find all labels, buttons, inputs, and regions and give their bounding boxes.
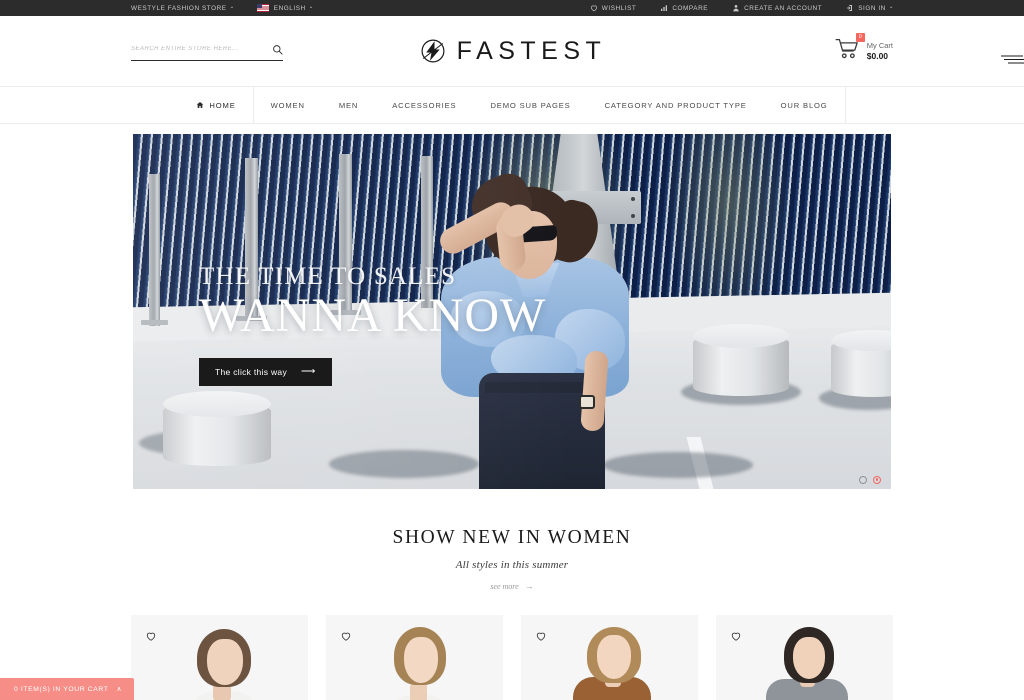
nav-item-our-blog[interactable]: OUR BLOG <box>764 86 845 124</box>
nav-item-men[interactable]: MEN <box>322 86 375 124</box>
see-more-link[interactable]: see more → <box>490 581 533 591</box>
product-image <box>326 615 503 700</box>
cart-icon-wrapper: 0 <box>835 33 865 64</box>
product-face <box>207 638 243 685</box>
section-subtitle: All styles in this summer <box>455 559 569 571</box>
chevron-down-icon: ⌄ <box>888 4 894 11</box>
arrow-right-icon: → <box>524 581 534 591</box>
section-title: SHOW NEW IN WOMEN <box>392 527 632 548</box>
nav-label-demo-sub-pages: DEMO SUB PAGES <box>490 100 571 110</box>
nav-list: HOME WOMEN MEN ACCESSORIES DEMO SUB PAGE… <box>178 86 846 124</box>
page-root: WESTYLE FASHION STORE ⌄ ENGLISH ⌄ WISHLI… <box>0 0 1024 700</box>
hero-band: THE TIME TO SALES WANNA KNOW The click t… <box>0 124 1024 489</box>
arrow-right-icon: ⟶ <box>301 365 316 377</box>
hero-title: WANNA KNOW <box>199 289 547 342</box>
cart-status-label: 0 ITEM(S) IN YOUR CART <box>14 685 109 693</box>
cart-text-group: My Cart $0.00 <box>867 40 893 62</box>
wishlist-link[interactable]: WISHLIST <box>590 4 637 12</box>
mini-cart[interactable]: 0 My Cart $0.00 <box>835 33 893 64</box>
hero-slider-dots <box>859 476 881 484</box>
slider-dot-2[interactable] <box>873 476 881 484</box>
nav-divider-end <box>844 86 846 124</box>
see-more-label: see more <box>490 581 519 591</box>
nav-label-accessories: ACCESSORIES <box>392 100 457 110</box>
wishlist-label: WISHLIST <box>601 4 637 12</box>
nav-label-home: HOME <box>209 100 236 110</box>
language-switcher-label: ENGLISH <box>273 4 306 12</box>
product-face <box>793 636 825 679</box>
product-face <box>404 636 438 683</box>
nav-item-demo-sub-pages[interactable]: DEMO SUB PAGES <box>473 86 587 124</box>
site-header: FASTEST 0 My Cart $0.00 <box>0 16 1024 86</box>
us-flag-icon <box>256 4 269 12</box>
slider-dot-1[interactable] <box>859 476 867 484</box>
top-bar: WESTYLE FASHION STORE ⌄ ENGLISH ⌄ WISHLI… <box>0 0 1024 16</box>
nav-item-home[interactable]: HOME <box>178 86 252 124</box>
nav-label-women: WOMEN <box>270 100 305 110</box>
cart-label: My Cart <box>866 41 893 50</box>
lightning-bolt-logo-icon <box>421 39 445 63</box>
nav-item-women[interactable]: WOMEN <box>254 86 322 124</box>
wishlist-heart-icon[interactable] <box>535 629 547 647</box>
heart-icon <box>590 5 597 12</box>
cart-count-badge: 0 <box>855 33 865 42</box>
product-face <box>597 634 631 679</box>
product-image <box>131 615 308 700</box>
compare-label: COMPARE <box>672 4 709 12</box>
store-switcher-label: WESTYLE FASHION STORE <box>131 4 227 12</box>
product-card-3[interactable] <box>521 614 698 700</box>
logo-link[interactable]: FASTEST <box>418 36 1024 66</box>
search-box[interactable] <box>131 44 283 61</box>
product-neck <box>410 682 427 700</box>
section-header: SHOW NEW IN WOMEN All styles in this sum… <box>0 489 1024 594</box>
hero-text-block: THE TIME TO SALES WANNA KNOW The click t… <box>199 264 546 386</box>
nav-item-category-and-product-type[interactable]: CATEGORY AND PRODUCT TYPE <box>588 86 764 124</box>
hero-cta-label: The click this way <box>215 366 288 377</box>
top-bar-right: WISHLIST COMPARE CREATE AN ACCOUNT SIGN … <box>566 4 894 12</box>
product-card-2[interactable] <box>326 614 503 700</box>
compare-icon <box>661 5 668 11</box>
home-icon <box>196 101 204 109</box>
product-card-1[interactable] <box>131 614 308 700</box>
create-account-link[interactable]: CREATE AN ACCOUNT <box>732 4 822 12</box>
search-icon <box>273 44 283 55</box>
nav-label-men: MEN <box>338 100 359 110</box>
hero-slider[interactable]: THE TIME TO SALES WANNA KNOW The click t… <box>133 134 891 489</box>
chevron-up-icon: ∧ <box>116 686 123 693</box>
nav-label-our-blog: OUR BLOG <box>780 100 828 110</box>
signin-icon <box>847 5 853 11</box>
top-bar-left: WESTYLE FASHION STORE ⌄ ENGLISH ⌄ <box>131 4 336 12</box>
chevron-down-icon: ⌄ <box>308 4 314 11</box>
nav-label-category-and-product-type: CATEGORY AND PRODUCT TYPE <box>604 100 747 110</box>
language-switcher[interactable]: ENGLISH ⌄ <box>256 4 314 12</box>
chevron-down-icon: ⌄ <box>229 4 235 11</box>
main-navigation: HOME WOMEN MEN ACCESSORIES DEMO SUB PAGE… <box>0 86 1024 124</box>
search-input[interactable] <box>131 46 272 52</box>
wishlist-heart-icon[interactable] <box>340 629 352 647</box>
product-grid <box>0 614 1024 700</box>
logo-text: FASTEST <box>456 36 607 65</box>
speed-lines-icon <box>1001 55 1024 64</box>
create-account-label: CREATE AN ACCOUNT <box>744 4 823 12</box>
wishlist-heart-icon[interactable] <box>730 629 742 647</box>
nav-item-accessories[interactable]: ACCESSORIES <box>375 86 473 124</box>
product-image <box>521 615 698 700</box>
cart-status-bar[interactable]: 0 ITEM(S) IN YOUR CART ∧ <box>0 678 135 700</box>
compare-link[interactable]: COMPARE <box>660 4 708 12</box>
wishlist-heart-icon[interactable] <box>145 629 157 647</box>
sign-in-label: SIGN IN <box>858 4 886 12</box>
sign-in-link[interactable]: SIGN IN ⌄ <box>846 4 894 12</box>
hero-cta-button[interactable]: The click this way ⟶ <box>199 357 332 386</box>
product-card-4[interactable] <box>716 614 893 700</box>
user-icon <box>733 5 739 12</box>
store-switcher[interactable]: WESTYLE FASHION STORE ⌄ <box>131 5 235 12</box>
product-image <box>716 615 893 700</box>
hero-subtitle: THE TIME TO SALES <box>199 263 457 290</box>
search-button[interactable] <box>272 44 283 55</box>
cart-total: $0.00 <box>866 51 889 61</box>
